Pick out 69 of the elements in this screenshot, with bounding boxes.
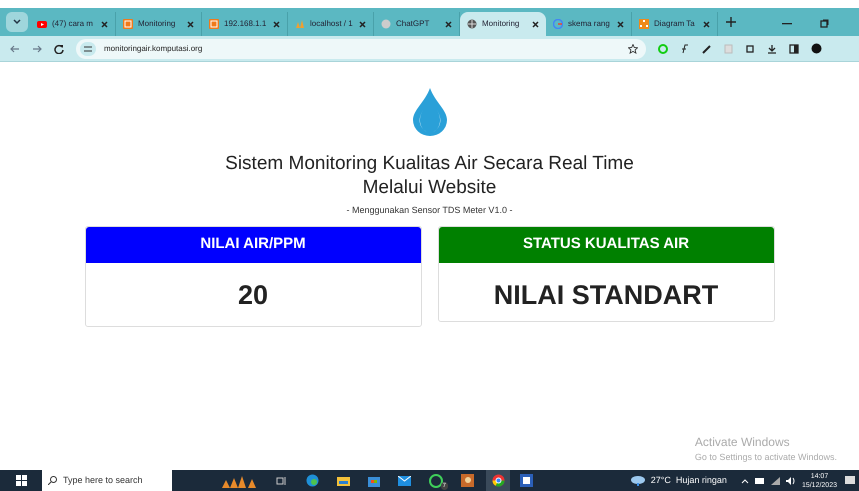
reload-icon[interactable] — [54, 44, 64, 54]
chevron-up-icon[interactable] — [740, 478, 749, 484]
back-arrow-icon[interactable] — [10, 44, 20, 54]
card-value: NILAI STANDART — [492, 278, 720, 312]
page-title: Sistem Monitoring Kualitas Air Secara Real Time Melalui Website — [224, 152, 635, 200]
close-icon[interactable] — [273, 20, 280, 28]
circle-icon — [381, 19, 391, 29]
battery-icon[interactable] — [754, 478, 765, 484]
square-logo-icon — [209, 19, 219, 29]
browser-tab[interactable]: Monitoring — [460, 12, 546, 36]
tab-title: ChatGPT — [396, 18, 430, 30]
close-icon[interactable] — [445, 20, 452, 28]
square-logo-icon — [123, 19, 133, 29]
cloud-rain-icon — [630, 475, 645, 486]
diagram-icon — [639, 19, 649, 29]
close-icon[interactable] — [187, 20, 194, 28]
word-document-icon[interactable] — [520, 474, 533, 487]
puzzle-icon[interactable] — [745, 44, 755, 54]
play-icon — [37, 19, 47, 29]
download-icon[interactable] — [767, 44, 777, 54]
tab-title: Monitoring — [138, 18, 176, 30]
speaker-icon[interactable] — [786, 476, 796, 484]
restore-icon[interactable] — [820, 19, 829, 28]
ring-icon — [553, 19, 563, 29]
page-subtitle: - Menggunakan Sensor TDS Meter V1.0 - — [346, 204, 512, 217]
address-bar[interactable]: monitoringair.komputasi.org — [76, 38, 646, 58]
task-view-icon[interactable] — [276, 476, 286, 486]
game-icon[interactable] — [461, 474, 474, 487]
tab-title: skema rang — [568, 18, 611, 30]
close-icon[interactable] — [359, 20, 366, 28]
card-value: 20 — [236, 278, 270, 312]
mail-icon[interactable] — [398, 476, 411, 486]
tab-search-button[interactable] — [6, 12, 28, 32]
windows-start-icon[interactable] — [16, 475, 26, 486]
close-icon[interactable] — [703, 20, 710, 28]
chrome-browser-icon[interactable] — [492, 474, 504, 487]
tab-title: 192.168.1.1 — [224, 18, 268, 30]
tab-title: Monitoring — [482, 18, 520, 30]
close-icon[interactable] — [532, 20, 539, 28]
tab-title: (47) cara m — [52, 18, 94, 30]
forward-arrow-icon[interactable] — [32, 44, 42, 54]
sails-icon — [295, 19, 305, 29]
activation-title: Activate Windows — [694, 434, 791, 450]
url-text: monitoringair.komputasi.org — [104, 42, 204, 54]
taskbar-search-field[interactable]: Type here to search — [42, 470, 172, 491]
minimize-icon[interactable] — [782, 23, 792, 25]
card-header: STATUS KUALITAS AIR — [438, 226, 774, 262]
card-header: NILAI AIR/PPM — [86, 226, 420, 262]
tab-title: localhost / 1 — [310, 18, 354, 30]
notification-icon[interactable] — [845, 476, 855, 486]
globe-icon — [467, 19, 477, 29]
site-settings-icon[interactable] — [80, 42, 96, 56]
new-tab-icon[interactable] — [726, 17, 736, 27]
close-icon[interactable] — [101, 20, 108, 28]
tab-title: Diagram Ta — [654, 18, 696, 30]
chevron-down-icon — [13, 19, 21, 25]
edge-browser-icon[interactable] — [306, 474, 319, 487]
activation-message: Go to Settings to activate Windows. — [694, 450, 837, 464]
eyedropper-icon[interactable] — [702, 44, 712, 54]
weather-text[interactable]: 27°C Hujan ringan — [650, 474, 727, 488]
star-icon[interactable] — [628, 44, 638, 54]
store-bag-icon[interactable] — [368, 474, 380, 486]
water-drop-logo — [410, 88, 448, 136]
formula-icon[interactable] — [680, 44, 690, 54]
folder-icon[interactable] — [337, 475, 350, 486]
search-icon — [48, 476, 57, 485]
side-panel-icon[interactable] — [789, 44, 799, 54]
close-icon[interactable] — [617, 20, 624, 28]
profile-avatar-icon[interactable] — [811, 43, 822, 54]
